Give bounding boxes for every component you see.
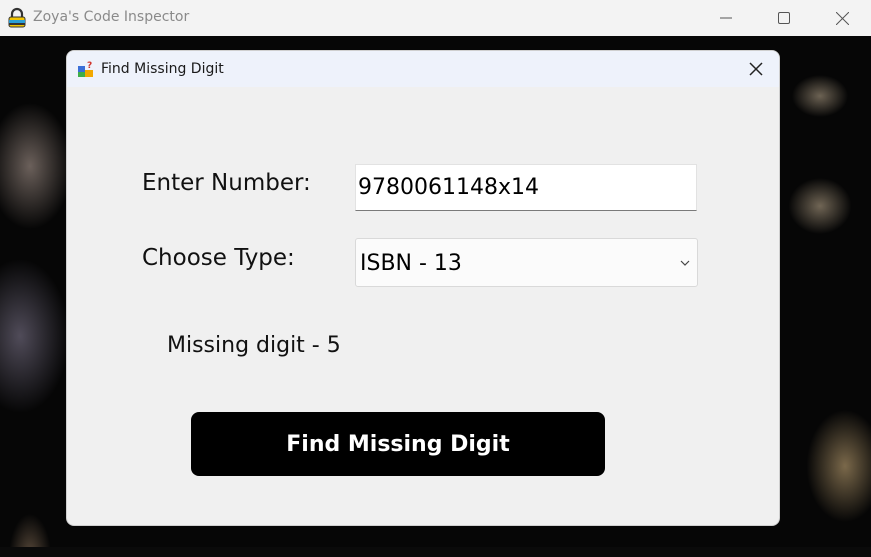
type-selected-value: ISBN - 13 (360, 251, 462, 276)
type-dropdown[interactable]: ISBN - 13 (355, 238, 698, 287)
close-icon (835, 11, 849, 25)
enter-number-label: Enter Number: (142, 170, 311, 196)
close-dialog-button[interactable] (739, 55, 773, 83)
svg-text:?: ? (87, 61, 92, 71)
find-missing-digit-button[interactable]: Find Missing Digit (191, 412, 605, 476)
window-bottom-edge (0, 547, 871, 557)
puzzle-icon: ? (78, 61, 93, 77)
close-icon (749, 62, 763, 76)
choose-type-label: Choose Type: (142, 245, 295, 271)
maximize-icon (778, 12, 790, 24)
chevron-down-icon (680, 260, 690, 266)
close-window-button[interactable] (813, 0, 871, 36)
app-title: Zoya's Code Inspector (33, 9, 190, 25)
dialog-titlebar: ? Find Missing Digit (67, 51, 779, 87)
dialog-title: Find Missing Digit (101, 61, 224, 77)
maximize-button[interactable] (755, 0, 813, 36)
main-titlebar: Zoya's Code Inspector (0, 0, 871, 36)
find-missing-digit-dialog: ? Find Missing Digit Enter Number: Choos… (66, 50, 780, 526)
minimize-icon (720, 17, 732, 19)
minimize-button[interactable] (697, 0, 755, 36)
number-input[interactable] (355, 164, 697, 211)
result-text: Missing digit - 5 (167, 333, 341, 358)
padlock-icon (8, 7, 26, 28)
